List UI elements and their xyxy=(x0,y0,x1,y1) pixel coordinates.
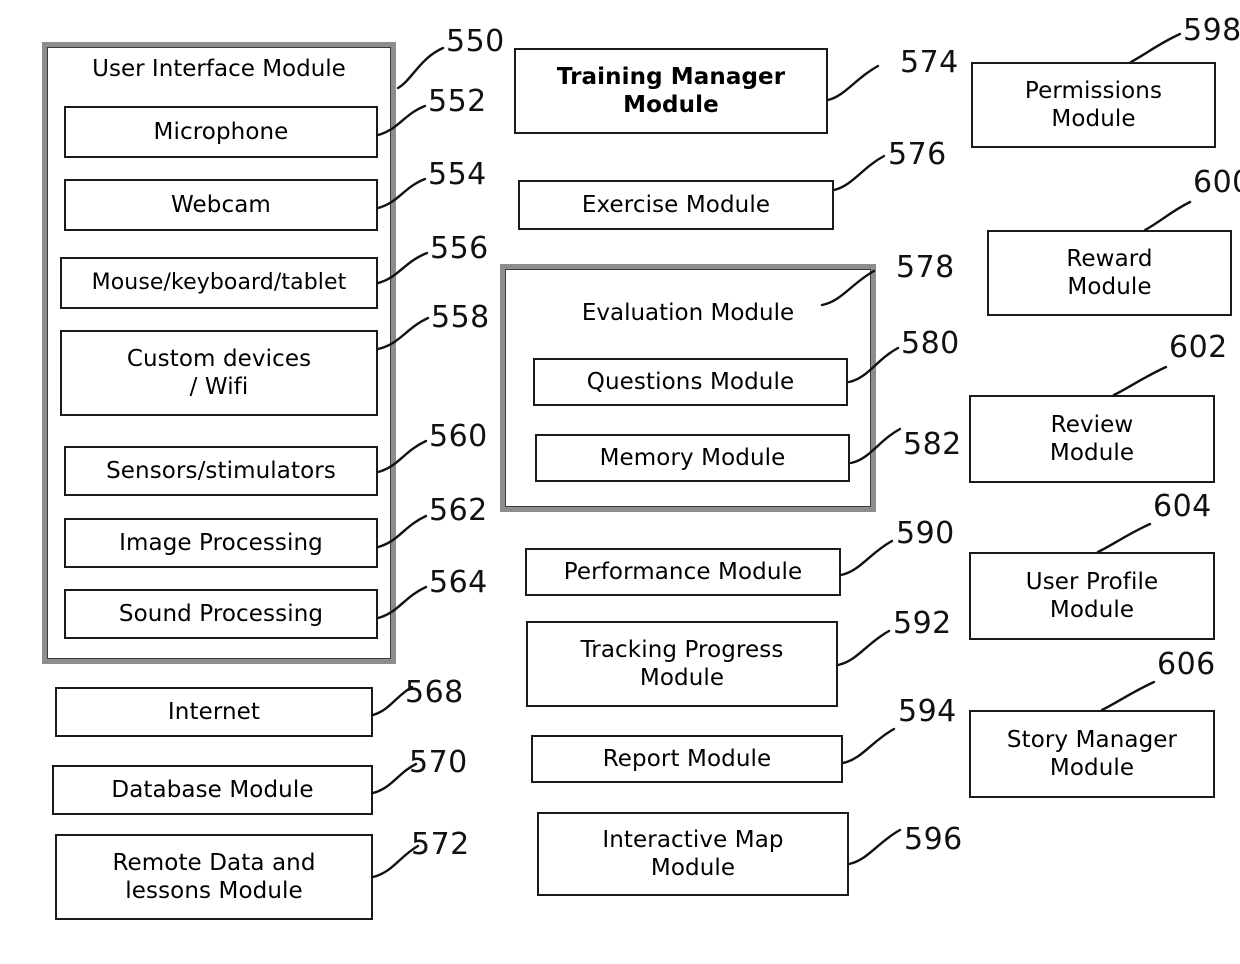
leader-574 xyxy=(826,64,880,102)
figure-canvas: User Interface Module 550 Microphone 552… xyxy=(0,0,1240,964)
numeral-558: 558 xyxy=(431,300,490,335)
box-custom-devices-wifi-label: Custom devices / Wifi xyxy=(126,345,312,400)
numeral-578: 578 xyxy=(896,250,955,285)
numeral-562: 562 xyxy=(429,493,488,528)
numeral-564: 564 xyxy=(429,565,488,600)
box-questions-module[interactable]: Questions Module xyxy=(533,358,848,406)
group-title-user-interface-module: User Interface Module xyxy=(92,56,346,82)
box-training-manager-module-label: Training Manager Module xyxy=(556,63,786,118)
numeral-580: 580 xyxy=(901,326,960,361)
box-tracking-progress-module[interactable]: Tracking Progress Module xyxy=(526,621,838,707)
numeral-556: 556 xyxy=(430,231,489,266)
numeral-560: 560 xyxy=(429,419,488,454)
box-sound-processing-label: Sound Processing xyxy=(118,600,324,627)
numeral-604: 604 xyxy=(1153,489,1212,524)
box-report-module-label: Report Module xyxy=(602,745,772,772)
numeral-574: 574 xyxy=(900,45,959,80)
box-reward-module-label: Reward Module xyxy=(1066,245,1153,300)
leader-598 xyxy=(1129,32,1182,64)
box-story-manager-module[interactable]: Story Manager Module xyxy=(969,710,1215,798)
box-exercise-module[interactable]: Exercise Module xyxy=(518,180,834,230)
box-review-module-label: Review Module xyxy=(1049,411,1135,466)
leader-590 xyxy=(839,539,894,577)
box-performance-module-label: Performance Module xyxy=(563,558,803,585)
box-memory-module-label: Memory Module xyxy=(599,444,786,471)
box-sensors-stimulators-label: Sensors/stimulators xyxy=(106,457,336,484)
box-image-processing-label: Image Processing xyxy=(119,529,323,556)
numeral-598: 598 xyxy=(1183,13,1240,48)
box-webcam-label: Webcam xyxy=(171,191,271,218)
leader-594 xyxy=(841,727,896,765)
numeral-550: 550 xyxy=(446,24,505,59)
box-remote-data-lessons-module[interactable]: Remote Data and lessons Module xyxy=(55,834,373,920)
leader-592 xyxy=(836,629,891,667)
numeral-602: 602 xyxy=(1169,330,1228,365)
box-microphone-label: Microphone xyxy=(153,118,289,145)
numeral-606: 606 xyxy=(1157,647,1216,682)
box-story-manager-module-label: Story Manager Module xyxy=(1006,726,1178,781)
leader-576 xyxy=(832,154,886,192)
box-tracking-progress-module-label: Tracking Progress Module xyxy=(580,636,784,691)
box-database-module-label: Database Module xyxy=(111,776,314,803)
box-webcam[interactable]: Webcam xyxy=(64,179,378,231)
leader-596 xyxy=(847,828,902,866)
numeral-582: 582 xyxy=(903,427,962,462)
box-user-profile-module-label: User Profile Module xyxy=(1025,568,1159,623)
box-questions-module-label: Questions Module xyxy=(586,368,795,395)
numeral-572: 572 xyxy=(411,827,470,862)
numeral-596: 596 xyxy=(904,822,963,857)
leader-604 xyxy=(1096,522,1152,554)
numeral-552: 552 xyxy=(428,84,487,119)
box-performance-module[interactable]: Performance Module xyxy=(525,548,841,596)
box-interactive-map-module-label: Interactive Map Module xyxy=(602,826,784,881)
box-sensors-stimulators[interactable]: Sensors/stimulators xyxy=(64,446,378,496)
numeral-590: 590 xyxy=(896,516,955,551)
leader-600 xyxy=(1143,200,1192,232)
box-image-processing[interactable]: Image Processing xyxy=(64,518,378,568)
box-internet-label: Internet xyxy=(167,698,261,725)
leader-550 xyxy=(396,46,445,90)
numeral-570: 570 xyxy=(409,745,468,780)
numeral-554: 554 xyxy=(428,157,487,192)
box-memory-module[interactable]: Memory Module xyxy=(535,434,850,482)
box-permissions-module[interactable]: Permissions Module xyxy=(971,62,1216,148)
numeral-594: 594 xyxy=(898,694,957,729)
leader-606 xyxy=(1100,680,1156,712)
leader-602 xyxy=(1112,365,1168,397)
box-exercise-module-label: Exercise Module xyxy=(581,191,771,218)
numeral-592: 592 xyxy=(893,606,952,641)
box-reward-module[interactable]: Reward Module xyxy=(987,230,1232,316)
box-report-module[interactable]: Report Module xyxy=(531,735,843,783)
box-permissions-module-label: Permissions Module xyxy=(1024,77,1163,132)
box-sound-processing[interactable]: Sound Processing xyxy=(64,589,378,639)
box-database-module[interactable]: Database Module xyxy=(52,765,373,815)
box-user-profile-module[interactable]: User Profile Module xyxy=(969,552,1215,640)
box-training-manager-module[interactable]: Training Manager Module xyxy=(514,48,828,134)
numeral-576: 576 xyxy=(888,137,947,172)
box-remote-data-lessons-module-label: Remote Data and lessons Module xyxy=(112,849,316,904)
numeral-568: 568 xyxy=(405,675,464,710)
box-interactive-map-module[interactable]: Interactive Map Module xyxy=(537,812,849,896)
box-microphone[interactable]: Microphone xyxy=(64,106,378,158)
box-custom-devices-wifi[interactable]: Custom devices / Wifi xyxy=(60,330,378,416)
box-review-module[interactable]: Review Module xyxy=(969,395,1215,483)
group-title-evaluation-module: Evaluation Module xyxy=(581,300,795,326)
box-mouse-keyboard-tablet-label: Mouse/keyboard/tablet xyxy=(91,269,347,295)
box-mouse-keyboard-tablet[interactable]: Mouse/keyboard/tablet xyxy=(60,257,378,309)
box-internet[interactable]: Internet xyxy=(55,687,373,737)
numeral-600: 600 xyxy=(1193,165,1240,200)
